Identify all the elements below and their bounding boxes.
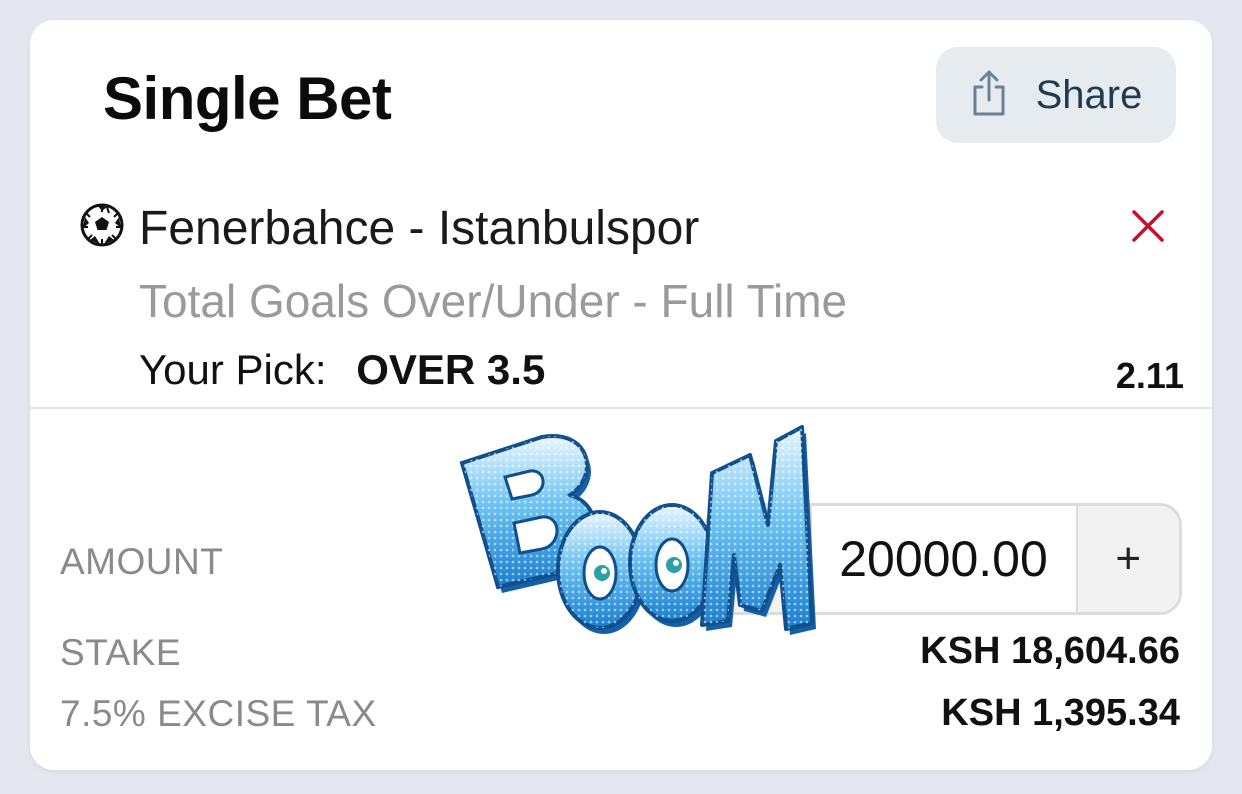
excise-tax-label: 7.5% EXCISE TAX [60,693,377,734]
market-name: Total Goals Over/Under - Full Time [139,275,848,327]
close-icon[interactable] [1128,206,1168,246]
odds-value: 2.11 [1115,355,1184,396]
share-button[interactable]: Share [936,47,1176,143]
page-title: Single Bet [103,65,392,132]
share-icon [970,69,1008,122]
divider [30,407,1212,409]
soccer-ball-icon [80,203,124,247]
pick-label: Your Pick: [139,346,327,393]
stake-value: KSH 18,604.66 [920,630,1180,672]
pick-row: Your Pick: OVER 3.5 [139,346,545,394]
share-label: Share [1035,72,1143,117]
amount-label: AMOUNT [60,541,224,582]
stake-label: STAKE [60,632,182,673]
increase-button[interactable]: + [1075,506,1179,612]
bet-slip-card: Single Bet Share Fenerbahce - Istanbulsp… [30,20,1212,770]
match-name: Fenerbahce - Istanbulspor [139,202,700,255]
boom-sticker-icon [450,415,820,665]
pick-value: OVER 3.5 [356,346,546,393]
excise-tax-value: KSH 1,395.34 [941,692,1180,734]
amount-input[interactable] [811,506,1076,612]
